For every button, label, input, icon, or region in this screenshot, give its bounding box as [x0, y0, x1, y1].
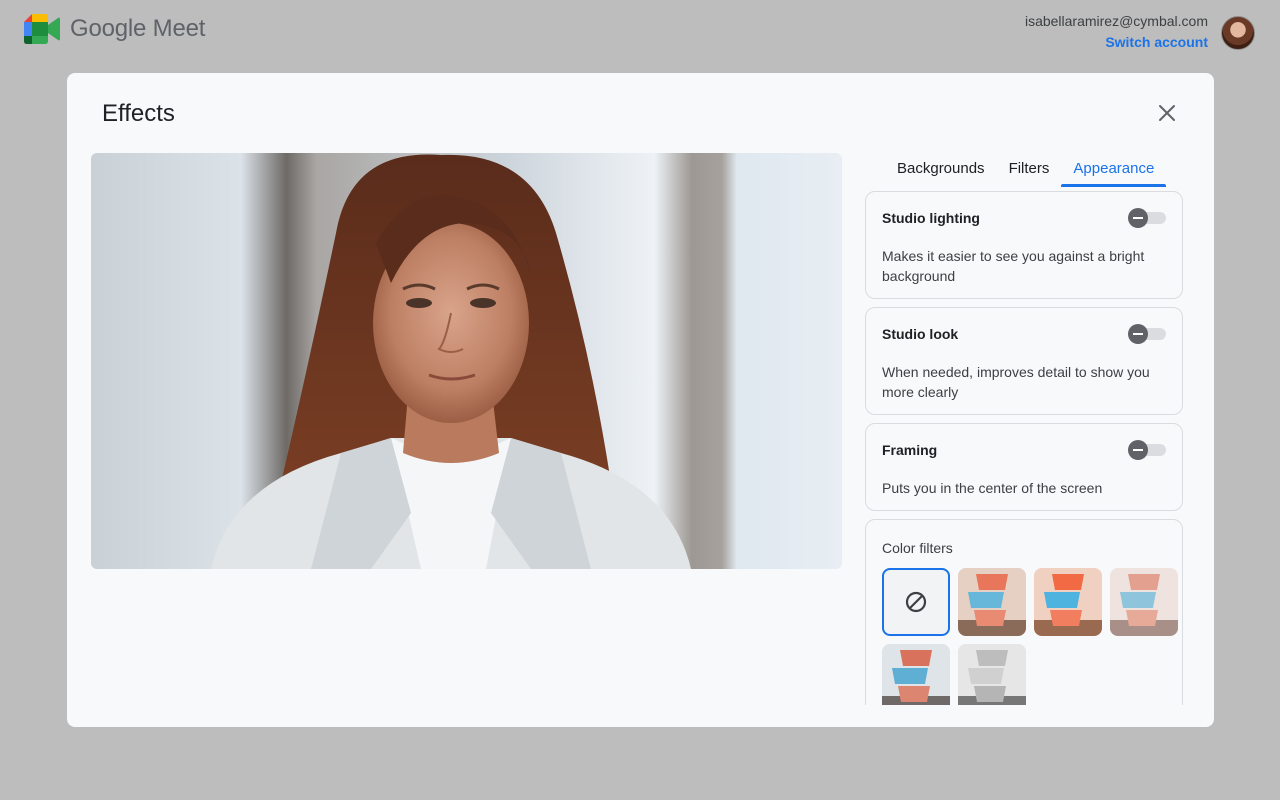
cups-thumbnail-icon: [882, 644, 950, 705]
tab-backgrounds[interactable]: Backgrounds: [885, 153, 997, 185]
tab-appearance[interactable]: Appearance: [1061, 153, 1167, 187]
account-email: isabellaramirez@cymbal.com: [1024, 13, 1208, 29]
studio-look-desc: When needed, improves detail to show you…: [882, 364, 1150, 400]
camera-preview: [91, 153, 842, 569]
appearance-panel[interactable]: Studio lighting Makes it easier to see y…: [865, 191, 1187, 705]
filter-soft[interactable]: [1110, 568, 1178, 636]
top-bar: Google Meet isabellaramirez@cymbal.com S…: [0, 0, 1280, 64]
switch-account-link[interactable]: Switch account: [1025, 34, 1208, 50]
framing-toggle[interactable]: [1128, 440, 1168, 460]
avatar[interactable]: [1221, 16, 1255, 50]
filter-cool[interactable]: [882, 644, 950, 705]
tab-filters[interactable]: Filters: [997, 153, 1062, 185]
google-meet-logo: Google Meet: [24, 14, 205, 44]
studio-look-title: Studio look: [882, 326, 959, 342]
close-button[interactable]: [1153, 99, 1181, 127]
person-video-frame: [211, 154, 691, 569]
studio-lighting-title: Studio lighting: [882, 210, 980, 226]
close-icon: [1159, 105, 1175, 121]
filter-none[interactable]: [882, 568, 950, 636]
dialog-title: Effects: [102, 100, 175, 127]
no-filter-icon: [905, 591, 927, 613]
cups-thumbnail-icon: [958, 568, 1026, 636]
studio-lighting-toggle[interactable]: [1128, 208, 1168, 228]
filter-warm[interactable]: [958, 568, 1026, 636]
cups-thumbnail-icon: [958, 644, 1026, 705]
effects-dialog: Effects Backgrounds Filters Appearance S…: [67, 73, 1214, 727]
filter-vivid[interactable]: [1034, 568, 1102, 636]
studio-lighting-desc: Makes it easier to see you against a bri…: [882, 248, 1145, 284]
studio-lighting-card: Studio lighting Makes it easier to see y…: [865, 191, 1183, 299]
account-info: isabellaramirez@cymbal.com Switch accoun…: [1025, 13, 1208, 50]
app-name: Google Meet: [70, 15, 206, 42]
cups-thumbnail-icon: [1110, 568, 1178, 636]
studio-look-toggle[interactable]: [1128, 324, 1168, 344]
meet-logo-icon: [24, 14, 60, 44]
color-filters-card: Color filters: [865, 519, 1183, 705]
framing-card: Framing Puts you in the center of the sc…: [865, 423, 1183, 511]
studio-look-card: Studio look When needed, improves detail…: [865, 307, 1183, 415]
effects-tabs: Backgrounds Filters Appearance: [885, 153, 1167, 187]
filter-black-and-white[interactable]: [958, 644, 1026, 705]
cups-thumbnail-icon: [1034, 568, 1102, 636]
framing-title: Framing: [882, 442, 938, 458]
framing-desc: Puts you in the center of the screen: [882, 480, 1103, 496]
color-filters-title: Color filters: [882, 540, 953, 556]
